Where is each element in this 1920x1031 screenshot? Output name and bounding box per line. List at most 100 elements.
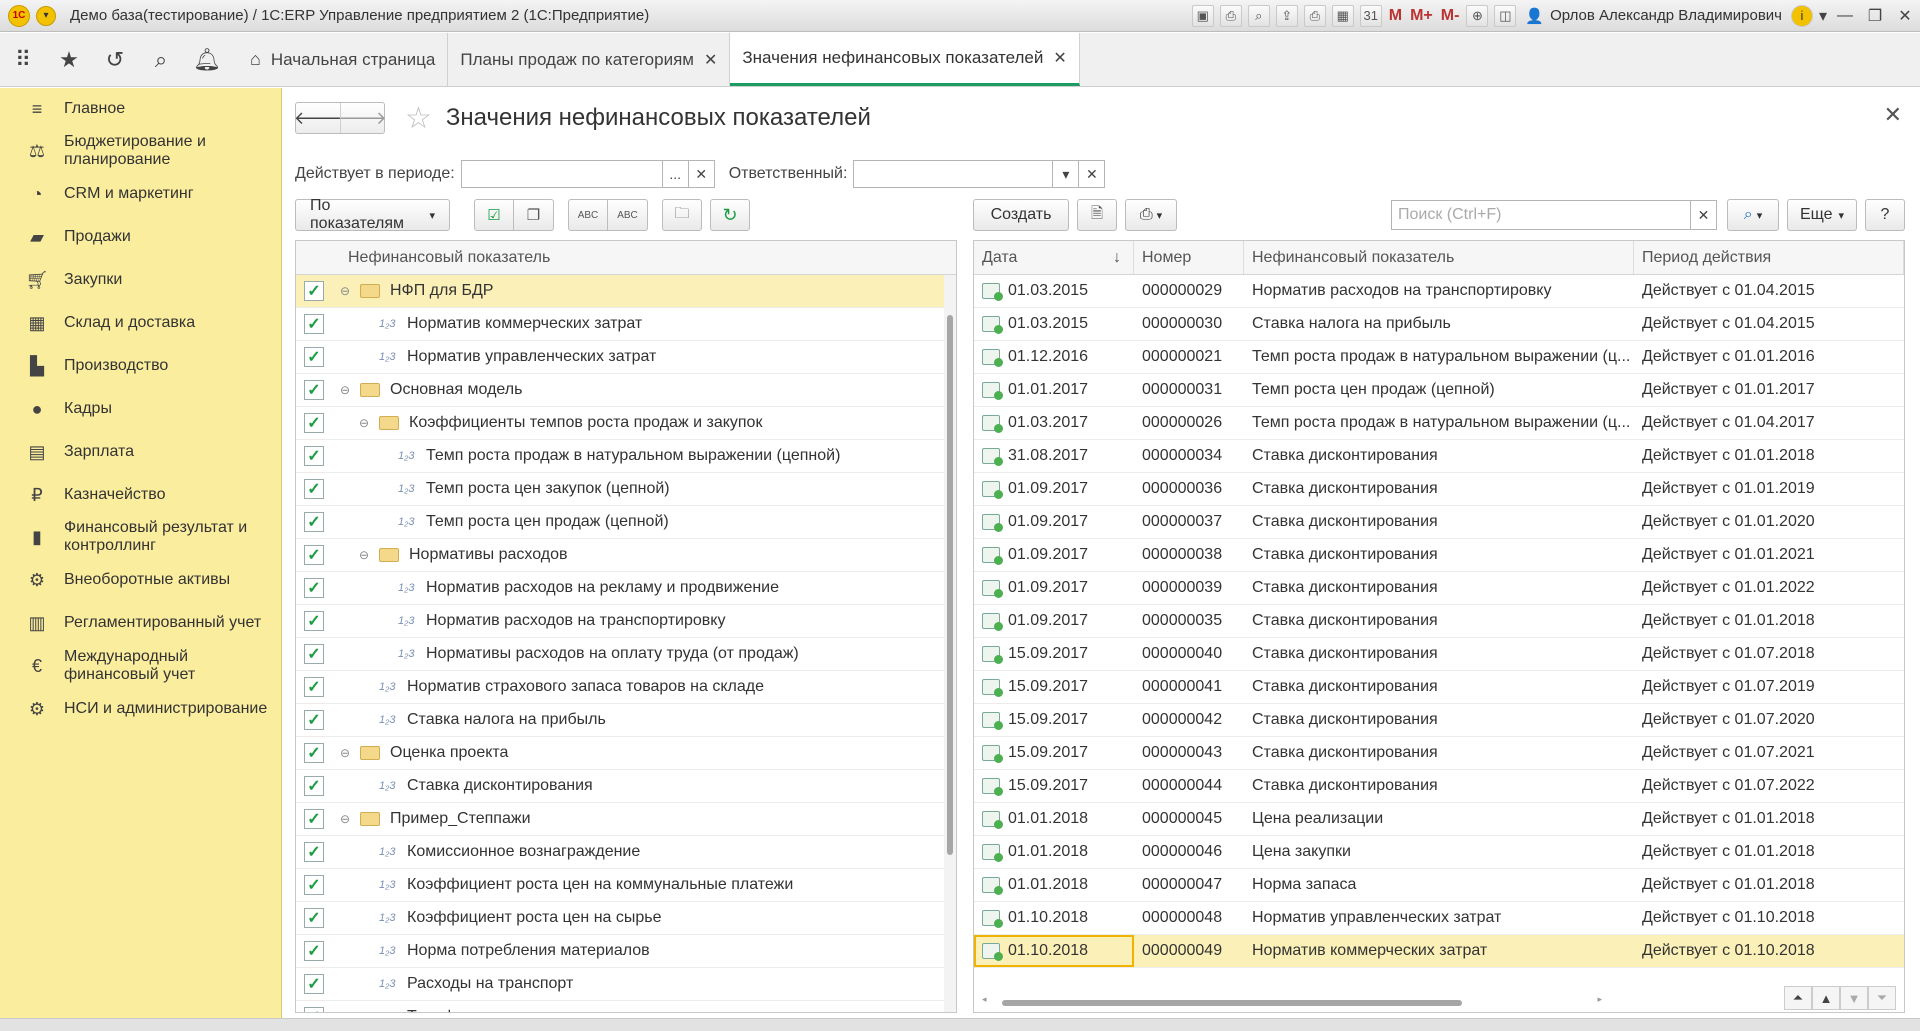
tree-row[interactable]: ✓ ⊖ Основная модель: [296, 374, 956, 407]
search-icon[interactable]: ⌕: [138, 33, 184, 86]
sidebar-item-budget[interactable]: ⚖ Бюджетирование и планирование: [0, 130, 281, 172]
sidebar-item-sales[interactable]: ▰ Продажи: [0, 215, 281, 258]
metric-cell[interactable]: Ставка дисконтирования: [1244, 506, 1634, 538]
date-cell[interactable]: 15.09.2017: [974, 704, 1134, 736]
table-row[interactable]: 01.01.2018 000000046 Цена закупки Действует…: [974, 836, 1904, 869]
sidebar-item-main[interactable]: ≡ Главное: [0, 88, 281, 130]
responsible-clear-icon[interactable]: ✕: [1079, 160, 1106, 188]
number-cell[interactable]: 000000041: [1134, 671, 1244, 703]
table-row[interactable]: 15.09.2017 000000040 Ставка дисконтировани…: [974, 638, 1904, 671]
number-cell[interactable]: 000000046: [1134, 836, 1244, 868]
metric-cell[interactable]: Норма запаса: [1244, 869, 1634, 901]
close-tab-icon[interactable]: ✕: [1053, 48, 1066, 68]
metric-cell[interactable]: Ставка дисконтирования: [1244, 605, 1634, 637]
date-cell[interactable]: 01.03.2015: [974, 275, 1134, 307]
date-cell[interactable]: 01.10.2018: [974, 902, 1134, 934]
search-clear-icon[interactable]: ✕: [1691, 200, 1717, 230]
collapse-icon[interactable]: ⊖: [338, 383, 352, 397]
tree-row[interactable]: ✓ ⊖ НФП для БДР: [296, 275, 956, 308]
tree-header[interactable]: Нефинансовый показатель: [296, 241, 956, 275]
tree-row[interactable]: ✓ 1₂3 Расходы на транспорт: [296, 968, 956, 1001]
memory-plus-button[interactable]: M+: [1410, 7, 1433, 25]
sidebar-item-admin[interactable]: ⚙ НСИ и администрирование: [0, 687, 281, 730]
scroll-right-icon[interactable]: ▸: [1597, 994, 1602, 1005]
preview-icon[interactable]: ⌕: [1247, 4, 1270, 27]
row-checkbox[interactable]: ✓: [304, 875, 324, 895]
refresh-icon[interactable]: ↻: [710, 199, 750, 231]
row-checkbox[interactable]: ✓: [304, 809, 324, 829]
restore-icon[interactable]: ❐: [1860, 6, 1890, 26]
number-cell[interactable]: 000000049: [1134, 935, 1244, 967]
responsible-input[interactable]: [853, 160, 1054, 188]
tree-row[interactable]: ✓ ⊖ Пример_Степпажи: [296, 803, 956, 836]
period-cell[interactable]: Действует с 01.04.2015: [1634, 275, 1904, 307]
tree-row[interactable]: ✓ 1₂3 Норматив расходов на рекламу и продв…: [296, 572, 956, 605]
number-cell[interactable]: 000000037: [1134, 506, 1244, 538]
panels-icon[interactable]: ◫: [1494, 4, 1517, 27]
number-cell[interactable]: 000000045: [1134, 803, 1244, 835]
period-cell[interactable]: Действует с 01.07.2020: [1634, 704, 1904, 736]
favorite-star-icon[interactable]: ☆: [405, 101, 432, 136]
number-cell[interactable]: 000000026: [1134, 407, 1244, 439]
period-cell[interactable]: Действует с 01.07.2018: [1634, 638, 1904, 670]
sidebar-item-warehouse[interactable]: ▦ Склад и доставка: [0, 301, 281, 344]
metric-cell[interactable]: Ставка налога на прибыль: [1244, 308, 1634, 340]
metric-cell[interactable]: Цена реализации: [1244, 803, 1634, 835]
column-date[interactable]: Дата ↓: [974, 241, 1134, 274]
sort-asc-icon[interactable]: ABC: [568, 199, 608, 231]
date-cell[interactable]: 15.09.2017: [974, 737, 1134, 769]
sidebar-item-treasury[interactable]: ₽ Казначейство: [0, 473, 281, 516]
save-icon[interactable]: ▣: [1191, 4, 1214, 27]
table-row[interactable]: 31.08.2017 000000034 Ставка дисконтировани…: [974, 440, 1904, 473]
collapse-icon[interactable]: ⊖: [357, 548, 371, 562]
date-cell[interactable]: 01.01.2018: [974, 803, 1134, 835]
sidebar-item-ifrs[interactable]: € Международный финансовый учет: [0, 644, 281, 687]
bell-icon[interactable]: 🔔︎: [184, 33, 230, 86]
number-cell[interactable]: 000000048: [1134, 902, 1244, 934]
table-row[interactable]: 01.01.2018 000000045 Цена реализации Действ…: [974, 803, 1904, 836]
date-cell[interactable]: 15.09.2017: [974, 638, 1134, 670]
memory-minus-button[interactable]: M-: [1441, 7, 1460, 25]
info-icon[interactable]: i: [1791, 4, 1813, 27]
page-down-icon[interactable]: ▼: [1840, 986, 1868, 1010]
row-checkbox[interactable]: ✓: [304, 974, 324, 994]
period-cell[interactable]: Действует с 01.07.2021: [1634, 737, 1904, 769]
table-row[interactable]: 01.01.2017 000000031 Темп роста цен продаж…: [974, 374, 1904, 407]
scroll-left-icon[interactable]: ◂: [982, 994, 987, 1005]
row-checkbox[interactable]: ✓: [304, 578, 324, 598]
metric-cell[interactable]: Темп роста продаж в натуральном выражени…: [1244, 407, 1634, 439]
number-cell[interactable]: 000000031: [1134, 374, 1244, 406]
row-checkbox[interactable]: ✓: [304, 842, 324, 862]
create-button[interactable]: Создать: [973, 199, 1069, 231]
tree-row[interactable]: ✓ 1₂3 Тарифная ставка за единицу продукции: [296, 1001, 956, 1012]
number-cell[interactable]: 000000021: [1134, 341, 1244, 373]
tree-row[interactable]: ✓ 1₂3 Коэффициент роста цен на сырье: [296, 902, 956, 935]
table-row[interactable]: 01.09.2017 000000038 Ставка дисконтировани…: [974, 539, 1904, 572]
table-row[interactable]: 01.10.2018 000000048 Норматив управленческ…: [974, 902, 1904, 935]
metric-cell[interactable]: Ставка дисконтирования: [1244, 473, 1634, 505]
row-checkbox[interactable]: ✓: [304, 908, 324, 928]
metric-cell[interactable]: Норматив коммерческих затрат: [1244, 935, 1634, 967]
date-cell[interactable]: 01.01.2017: [974, 374, 1134, 406]
date-cell[interactable]: 01.09.2017: [974, 473, 1134, 505]
table-row[interactable]: 01.10.2018 000000049 Норматив коммерческих…: [974, 935, 1904, 968]
user-name[interactable]: Орлов Александр Владимирович: [1550, 7, 1782, 24]
period-cell[interactable]: Действует с 01.10.2018: [1634, 935, 1904, 967]
forward-arrow-icon[interactable]: 🡒: [338, 103, 387, 133]
check-all-icon[interactable]: ☑: [474, 199, 514, 231]
metric-cell[interactable]: Норматив расходов на транспортировку: [1244, 275, 1634, 307]
tree-row[interactable]: ✓ ⊖ Оценка проекта: [296, 737, 956, 770]
page-up-icon[interactable]: ▲: [1812, 986, 1840, 1010]
sidebar-item-hr[interactable]: ● Кадры: [0, 387, 281, 430]
date-cell[interactable]: 01.09.2017: [974, 605, 1134, 637]
date-cell[interactable]: 01.10.2018: [974, 935, 1134, 967]
row-checkbox[interactable]: ✓: [304, 446, 324, 466]
tree-row[interactable]: ✓ 1₂3 Норматив коммерческих затрат: [296, 308, 956, 341]
metric-cell[interactable]: Ставка дисконтирования: [1244, 671, 1634, 703]
number-cell[interactable]: 000000029: [1134, 275, 1244, 307]
table-row[interactable]: 15.09.2017 000000041 Ставка дисконтировани…: [974, 671, 1904, 704]
upload-icon[interactable]: ⇪: [1275, 4, 1298, 27]
tree-row[interactable]: ✓ 1₂3 Ставка налога на прибыль: [296, 704, 956, 737]
metric-cell[interactable]: Цена закупки: [1244, 836, 1634, 868]
tab-home[interactable]: ⌂ Начальная страница: [236, 33, 449, 86]
